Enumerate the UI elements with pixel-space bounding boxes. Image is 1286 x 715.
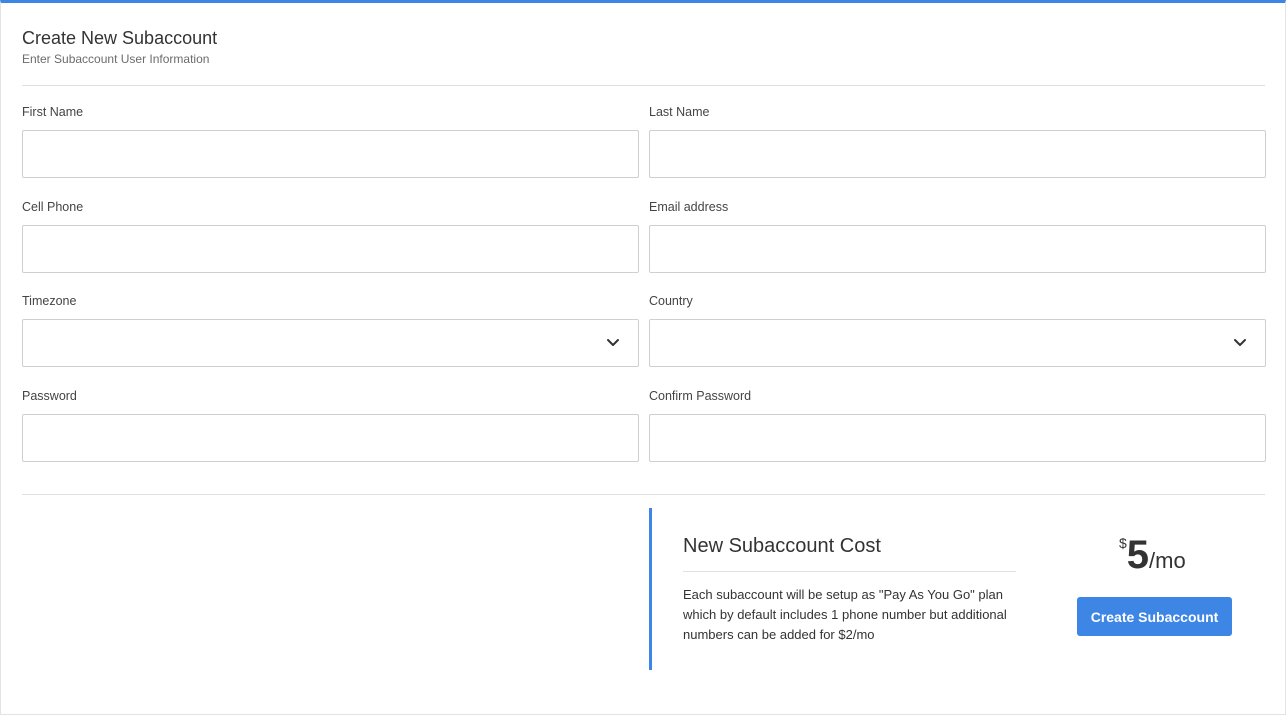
email-field-group: Email address: [649, 199, 1266, 273]
cost-panel: New Subaccount Cost Each subaccount will…: [649, 508, 1017, 670]
page-title: Create New Subaccount: [22, 28, 218, 48]
email-input[interactable]: [650, 226, 1265, 272]
country-select[interactable]: [649, 319, 1266, 367]
header-divider: [22, 85, 1265, 86]
confirm-password-input[interactable]: [650, 415, 1265, 461]
last-name-field-group: Last Name: [649, 104, 1266, 178]
password-box: [22, 414, 639, 462]
confirm-password-field-group: Confirm Password: [649, 388, 1266, 462]
card-header: Create New Subaccount Enter Subaccount U…: [22, 27, 217, 67]
create-subaccount-card: Create New Subaccount Enter Subaccount U…: [0, 0, 1286, 715]
country-label: Country: [649, 294, 693, 308]
create-subaccount-button[interactable]: Create Subaccount: [1077, 597, 1232, 636]
page-subtitle: Enter Subaccount User Information: [22, 52, 210, 66]
first-name-box: [22, 130, 639, 178]
last-name-label: Last Name: [649, 105, 710, 119]
timezone-label: Timezone: [22, 294, 77, 308]
price-currency: $: [1119, 535, 1127, 551]
price-period: /mo: [1149, 548, 1186, 573]
chevron-down-icon: [607, 339, 619, 346]
form-divider: [22, 494, 1265, 495]
chevron-down-icon: [1234, 339, 1246, 346]
cell-phone-box: [22, 225, 639, 273]
first-name-label: First Name: [22, 105, 84, 119]
last-name-box: [649, 130, 1266, 178]
password-field-group: Password: [22, 388, 639, 462]
price-display: $5/mo: [1119, 533, 1186, 577]
cell-phone-input[interactable]: [23, 226, 638, 272]
timezone-field-group: Timezone: [22, 293, 639, 367]
password-input[interactable]: [23, 415, 638, 461]
first-name-input[interactable]: [23, 131, 638, 177]
email-box: [649, 225, 1266, 273]
price-amount: 5: [1126, 533, 1150, 577]
confirm-password-label: Confirm Password: [649, 389, 752, 403]
cost-title: New Subaccount Cost: [683, 535, 881, 557]
password-label: Password: [22, 389, 77, 403]
country-field-group: Country: [649, 293, 1266, 367]
cell-phone-field-group: Cell Phone: [22, 199, 639, 273]
cost-divider: [683, 571, 1016, 572]
cell-phone-label: Cell Phone: [22, 200, 84, 214]
first-name-field-group: First Name: [22, 104, 639, 178]
timezone-select[interactable]: [22, 319, 639, 367]
email-label: Email address: [649, 200, 729, 214]
last-name-input[interactable]: [650, 131, 1265, 177]
cost-description: Each subaccount will be setup as "Pay As…: [683, 587, 1007, 642]
confirm-password-box: [649, 414, 1266, 462]
